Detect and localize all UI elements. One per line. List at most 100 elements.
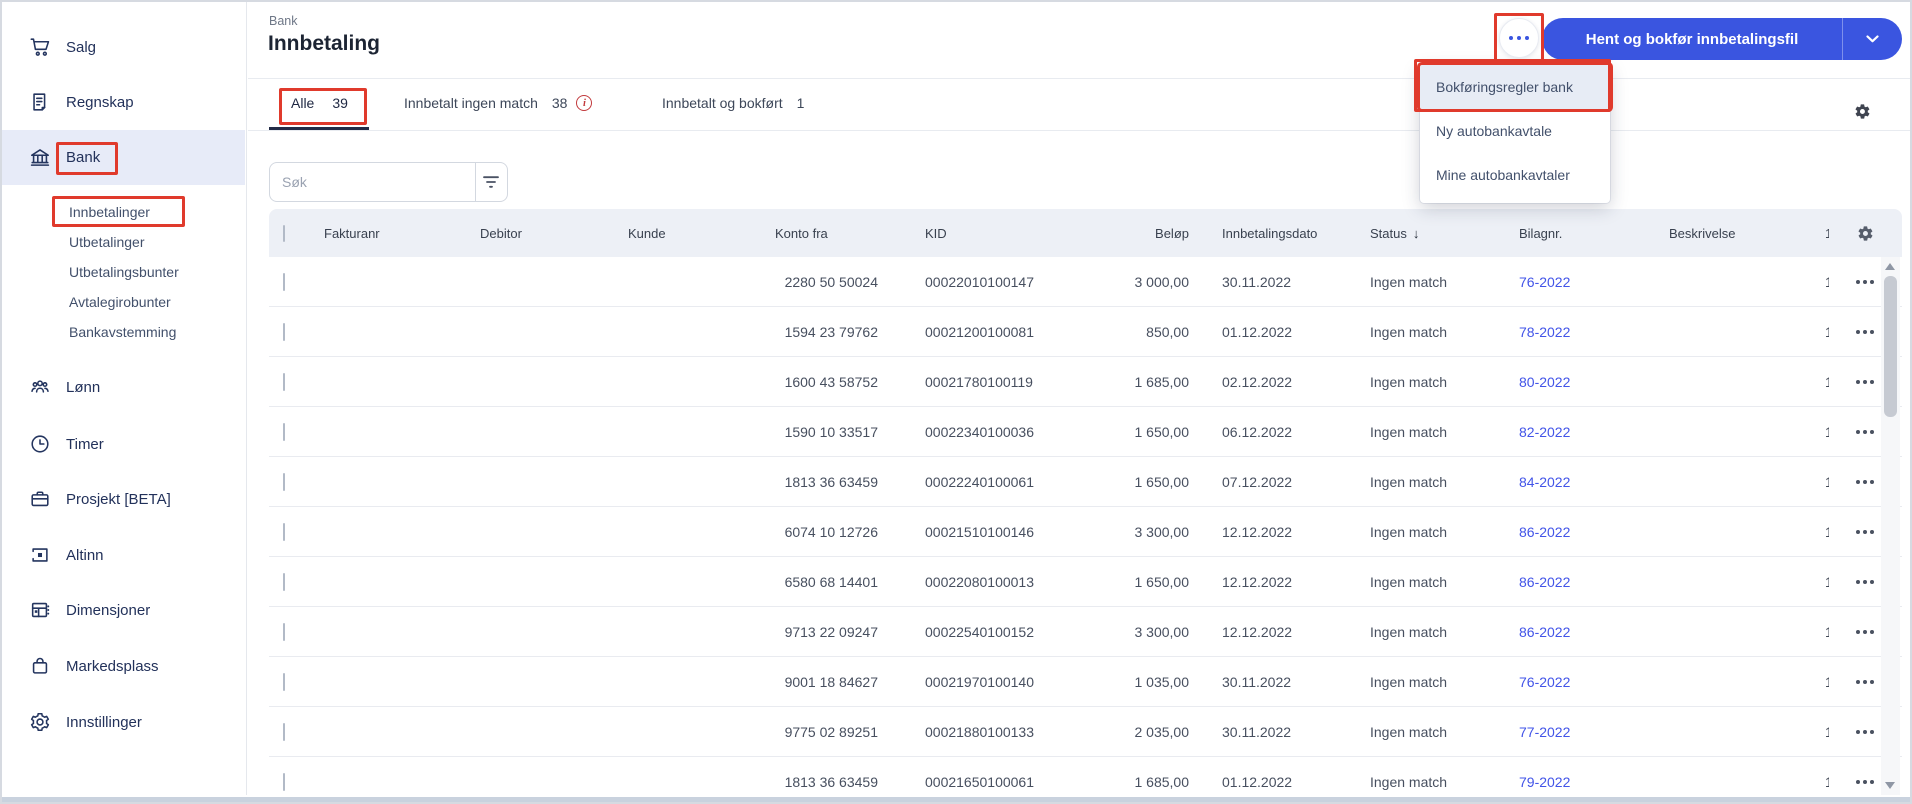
tab-alle[interactable]: Alle 39: [291, 95, 348, 111]
row-actions-button[interactable]: [1854, 574, 1876, 590]
cell-konto-fra: 1813 36 63459: [784, 473, 878, 490]
sidebar-item-lonn[interactable]: Lønn: [2, 369, 245, 405]
sidebar-item-label: Markedsplass: [66, 657, 159, 675]
cell-belop: 1 650,00: [1134, 473, 1190, 490]
bilagnr-link[interactable]: 79-2022: [1519, 774, 1570, 790]
bilagnr-link[interactable]: 86-2022: [1519, 574, 1570, 590]
cell-belop: 1 035,00: [1134, 673, 1190, 690]
row-actions-button[interactable]: [1854, 724, 1876, 740]
sidebar-item-dimensjoner[interactable]: Dimensjoner: [2, 592, 245, 628]
chevron-down-icon[interactable]: [1843, 35, 1902, 43]
column-header-debitor[interactable]: Debitor: [480, 226, 628, 241]
scroll-up-arrow-icon[interactable]: [1885, 263, 1895, 270]
scrollbar-thumb[interactable]: [1884, 276, 1897, 417]
bilagnr-link[interactable]: 78-2022: [1519, 324, 1570, 340]
menu-item-mine-autobankavtaler[interactable]: Mine autobankavtaler: [1420, 153, 1610, 197]
bilagnr-link[interactable]: 76-2022: [1519, 674, 1570, 690]
search-input[interactable]: [270, 174, 475, 190]
tab-innbetalt-ingen-match[interactable]: Innbetalt ingen match 38 i: [404, 95, 593, 111]
column-header-status[interactable]: Status ↓: [1337, 226, 1486, 241]
row-checkbox[interactable]: [283, 322, 285, 341]
row-checkbox[interactable]: [283, 772, 285, 791]
row-actions-button[interactable]: [1854, 324, 1876, 340]
column-header-fakturanr[interactable]: Fakturanr: [324, 226, 480, 241]
sidebar-item-salg[interactable]: Salg: [2, 29, 245, 65]
row-checkbox[interactable]: [283, 622, 285, 641]
row-actions-button[interactable]: [1854, 474, 1876, 490]
fetch-and-post-paymentfile-button[interactable]: Hent og bokfør innbetalingsfil: [1542, 18, 1902, 60]
cell-truncated: 1: [1786, 374, 1842, 390]
sidebar-item-regnskap[interactable]: Regnskap: [2, 84, 245, 120]
cell-konto-fra: 9713 22 09247: [784, 623, 878, 640]
column-header-kunde[interactable]: Kunde: [628, 226, 775, 241]
scroll-down-arrow-icon[interactable]: [1885, 782, 1895, 789]
sidebar-subitem-utbetalingsbunter[interactable]: Utbetalingsbunter: [69, 260, 179, 284]
table-settings-gear-icon[interactable]: [1857, 225, 1874, 242]
cell-kid: 00021200100081: [925, 323, 1035, 340]
cell-kid: 00021650100061: [925, 773, 1035, 790]
row-actions-button[interactable]: [1854, 774, 1876, 790]
bilagnr-link[interactable]: 82-2022: [1519, 424, 1570, 440]
row-checkbox[interactable]: [283, 372, 285, 391]
status-badge: Ingen match: [1370, 423, 1448, 440]
column-header-belop[interactable]: Beløp: [1155, 226, 1189, 241]
row-actions-button[interactable]: [1854, 424, 1876, 440]
row-actions-button[interactable]: [1854, 524, 1876, 540]
filter-button[interactable]: [476, 163, 507, 201]
column-header-innbetalingsdato[interactable]: Innbetalingsdato: [1189, 226, 1337, 241]
sidebar-subitem-innbetalinger[interactable]: Innbetalinger: [69, 200, 150, 224]
row-checkbox[interactable]: [283, 472, 285, 491]
sidebar-subitem-utbetalinger[interactable]: Utbetalinger: [69, 230, 145, 254]
bilagnr-link[interactable]: 84-2022: [1519, 474, 1570, 490]
sidebar-item-bank[interactable]: Bank: [2, 130, 245, 185]
status-badge: Ingen match: [1370, 773, 1448, 790]
cell-kid: 00021780100119: [925, 373, 1033, 390]
bilagnr-link[interactable]: 86-2022: [1519, 524, 1570, 540]
row-checkbox[interactable]: [283, 572, 285, 591]
sidebar-item-innstillinger[interactable]: Innstillinger: [2, 704, 245, 740]
bilagnr-link[interactable]: 77-2022: [1519, 724, 1570, 740]
menu-item-ny-autobankavtale[interactable]: Ny autobankavtale: [1420, 109, 1610, 153]
sidebar-item-prosjekt[interactable]: Prosjekt [BETA]: [2, 481, 245, 517]
row-checkbox[interactable]: [283, 672, 285, 691]
app-window: Salg Regnskap Bank Innbetalinger Utbetal…: [0, 0, 1912, 804]
sidebar-subitem-bankavstemming[interactable]: Bankavstemming: [69, 320, 176, 344]
row-actions-button[interactable]: [1854, 274, 1876, 290]
shopping-bag-icon: [28, 654, 52, 678]
row-checkbox[interactable]: [283, 522, 285, 541]
bilagnr-link[interactable]: 76-2022: [1519, 274, 1570, 290]
row-actions-button[interactable]: [1854, 374, 1876, 390]
column-header-konto-fra[interactable]: Konto fra: [775, 226, 885, 241]
more-actions-button[interactable]: [1499, 18, 1539, 58]
sidebar-item-label: Regnskap: [66, 93, 134, 111]
select-all-checkbox[interactable]: [283, 224, 285, 242]
row-checkbox[interactable]: [283, 422, 285, 441]
row-actions-button[interactable]: [1854, 674, 1876, 690]
sidebar-item-label: Lønn: [66, 378, 101, 396]
cell-konto-fra: 1600 43 58752: [784, 373, 878, 390]
column-header-beskrivelse[interactable]: Beskrivelse: [1636, 226, 1786, 241]
bilagnr-link[interactable]: 86-2022: [1519, 624, 1570, 640]
sidebar-item-markedsplass[interactable]: Markedsplass: [2, 648, 245, 684]
column-settings-gear-icon[interactable]: [1854, 103, 1871, 120]
horizontal-scrollbar[interactable]: [2, 797, 1910, 802]
info-icon: i: [576, 95, 593, 111]
row-actions-button[interactable]: [1854, 624, 1876, 640]
sidebar-subitem-avtalegirobunter[interactable]: Avtalegirobunter: [69, 290, 171, 314]
sidebar-item-label: Salg: [66, 38, 97, 56]
sidebar-subitem-label: Innbetalinger: [69, 204, 150, 220]
bilagnr-link[interactable]: 80-2022: [1519, 374, 1570, 390]
sidebar-item-altinn[interactable]: Altinn: [2, 537, 245, 573]
menu-item-bokforingsregler-bank[interactable]: Bokføringsregler bank: [1420, 65, 1610, 109]
row-checkbox[interactable]: [283, 272, 285, 291]
cell-belop: 3 300,00: [1134, 623, 1190, 640]
column-header-kid[interactable]: KID: [885, 226, 1069, 241]
vertical-scrollbar[interactable]: [1881, 257, 1900, 795]
table-row: 9775 02 89251 00021880100133 2 035,00 30…: [269, 707, 1902, 757]
sidebar-item-timer[interactable]: Timer: [2, 426, 245, 462]
row-checkbox[interactable]: [283, 722, 285, 741]
tab-innbetalt-og-bokfort[interactable]: Innbetalt og bokført 1: [662, 95, 804, 111]
cell-innbetalingsdato: 01.12.2022: [1222, 323, 1293, 340]
sidebar-item-label: Prosjekt [BETA]: [66, 490, 171, 508]
column-header-bilagnr[interactable]: Bilagnr.: [1486, 226, 1636, 241]
